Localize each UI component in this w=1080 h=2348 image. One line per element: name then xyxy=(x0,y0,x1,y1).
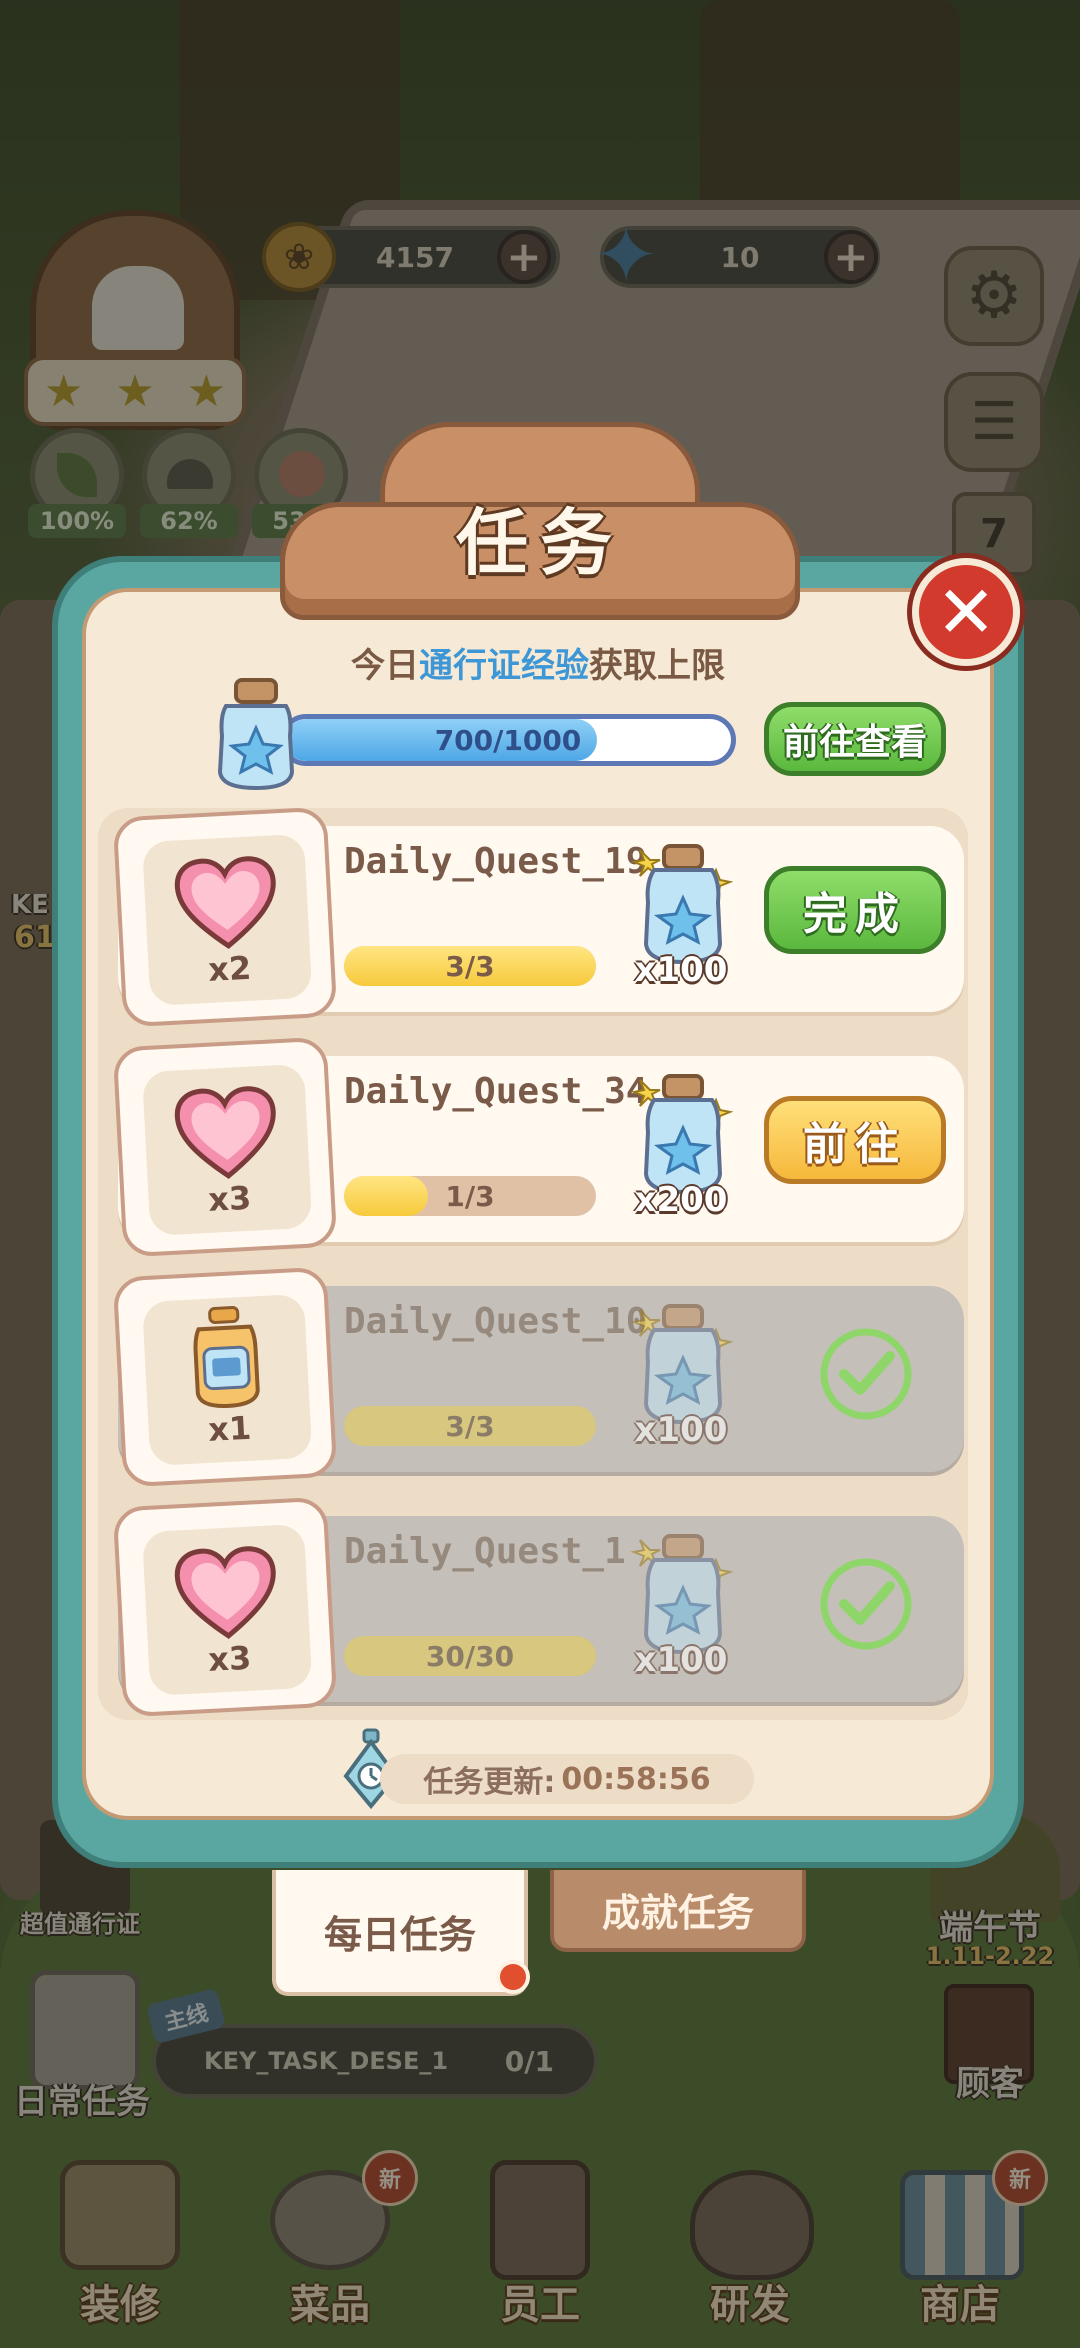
quest-row: x3 Daily_Quest_34 1/3 x200 前往 xyxy=(112,1036,964,1258)
reward-card: x2 xyxy=(112,806,338,1028)
limit-prefix: 今日 xyxy=(351,646,419,686)
exp-reward: x100 xyxy=(626,840,736,990)
quest-progress-text: 30/30 xyxy=(425,1639,515,1673)
quest-progress: 3/3 xyxy=(344,946,596,986)
exp-jar-icon xyxy=(217,678,295,791)
heart-icon xyxy=(174,856,276,949)
reward-slot: x2 xyxy=(141,833,313,1007)
tab-achievement-label: 成就任务 xyxy=(601,1890,754,1935)
reward-card: x1 xyxy=(112,1266,338,1488)
exp-reward-quantity: x200 xyxy=(634,1180,728,1220)
tab-achievement-quests[interactable]: 成就任务 xyxy=(550,1870,806,1952)
completed-check-icon xyxy=(820,1328,912,1420)
quest-progress: 1/3 xyxy=(344,1176,596,1216)
go-button[interactable]: 前往 xyxy=(764,1096,946,1184)
reward-quantity: x3 xyxy=(207,1178,253,1219)
notification-dot xyxy=(496,1960,530,1994)
quest-name: Daily_Quest_10 xyxy=(344,1301,648,1342)
quest-row: x2 Daily_Quest_19 3/3 x100 完成 xyxy=(112,806,964,1028)
reward-slot: x3 xyxy=(141,1063,313,1237)
exp-reward: x100 xyxy=(626,1530,736,1680)
pass-exp-progress: 700/1000 xyxy=(280,714,736,766)
reward-slot: x3 xyxy=(141,1523,313,1697)
reward-icon xyxy=(183,1304,269,1420)
tab-daily-quests[interactable]: 每日任务 xyxy=(272,1870,528,1996)
title-plate: 任务 xyxy=(280,422,800,620)
timer-label: 任务更新: xyxy=(423,1765,556,1800)
limit-highlight: 通行证经验 xyxy=(419,646,589,686)
completed-check-icon xyxy=(820,1558,912,1650)
quest-name: Daily_Quest_19 xyxy=(344,841,648,882)
reward-quantity: x2 xyxy=(207,948,253,989)
quest-progress-text: 1/3 xyxy=(445,1179,495,1213)
claim-button[interactable]: 完成 xyxy=(764,866,946,954)
timer-value: 00:58:56 xyxy=(561,1761,711,1797)
claim-label: 完成 xyxy=(803,889,907,940)
quest-name: Daily_Quest_1 xyxy=(344,1531,626,1572)
exp-reward: x200 xyxy=(626,1070,736,1220)
refresh-timer: 任务更新: 00:58:56 xyxy=(380,1754,754,1804)
tab-daily-label: 每日任务 xyxy=(323,1912,476,1957)
quest-progress-text: 3/3 xyxy=(445,1409,495,1443)
view-pass-label: 前往查看 xyxy=(782,722,927,763)
quest-row: x1 Daily_Quest_10 3/3 x100 xyxy=(112,1266,964,1488)
completed-check xyxy=(818,1556,914,1652)
reward-icon xyxy=(172,1543,281,1648)
quest-progress: 30/30 xyxy=(344,1636,596,1676)
exp-reward-quantity: x100 xyxy=(634,1640,728,1680)
quest-progress-text: 3/3 xyxy=(445,949,495,983)
reward-quantity: x3 xyxy=(207,1638,253,1679)
go-label: 前往 xyxy=(803,1119,907,1170)
reward-slot: x1 xyxy=(141,1293,313,1467)
reward-icon xyxy=(172,853,281,958)
exp-reward-quantity: x100 xyxy=(634,950,728,990)
limit-suffix: 获取上限 xyxy=(589,646,725,686)
pass-exp-text: 700/1000 xyxy=(434,723,582,757)
view-pass-button[interactable]: 前往查看 xyxy=(764,702,946,776)
reward-icon xyxy=(172,1083,281,1188)
reward-card: x3 xyxy=(112,1036,338,1258)
quest-progress: 3/3 xyxy=(344,1406,596,1446)
reward-card: x3 xyxy=(112,1496,338,1718)
heart-icon xyxy=(174,1086,276,1179)
quest-name: Daily_Quest_34 xyxy=(344,1071,648,1112)
exp-reward-quantity: x100 xyxy=(634,1410,728,1450)
panel-title: 任务 xyxy=(455,501,624,585)
heart-icon xyxy=(174,1546,276,1639)
quest-row: x3 Daily_Quest_1 30/30 x100 xyxy=(112,1496,964,1718)
reward-quantity: x1 xyxy=(207,1408,253,1449)
exp-reward: x100 xyxy=(626,1300,736,1450)
lantern-icon xyxy=(193,1306,260,1408)
completed-check xyxy=(818,1326,914,1422)
